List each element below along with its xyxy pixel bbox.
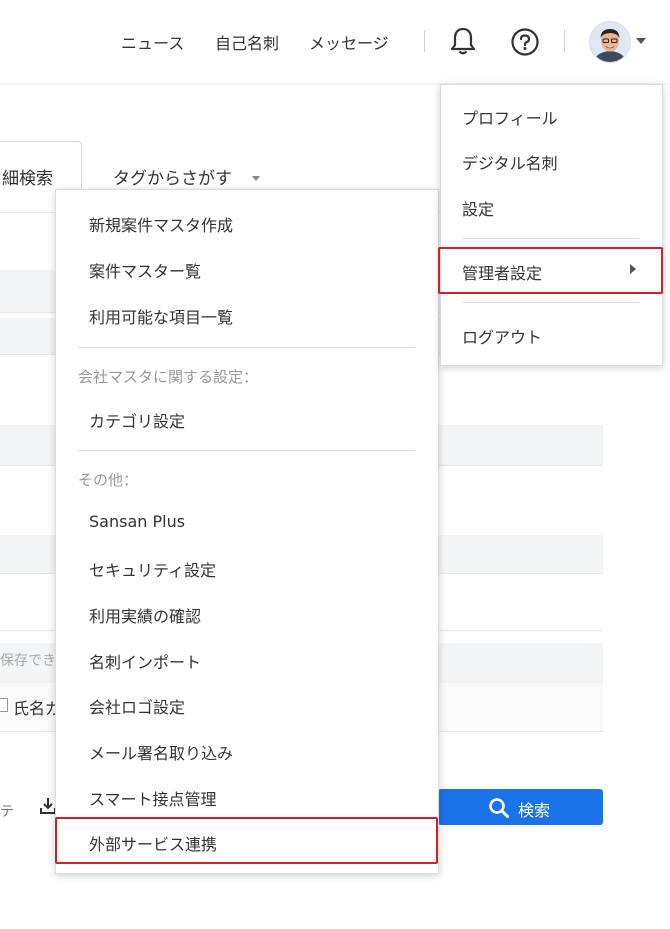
menu-item-admin-settings[interactable]: 管理者設定 <box>462 260 542 284</box>
tab-detail-search-label[interactable]: 細検索 <box>2 164 53 189</box>
menu-divider <box>78 347 415 348</box>
menu-item-project-master-list[interactable]: 案件マスター覧 <box>89 258 201 282</box>
tag-search-dropdown[interactable]: タグからさがす <box>113 164 232 189</box>
menu-divider <box>462 302 639 303</box>
help-icon[interactable] <box>510 27 540 61</box>
menu-item-usage-stats[interactable]: 利用実績の確認 <box>89 603 201 627</box>
section-other: その他： <box>78 471 139 489</box>
menu-item-logout[interactable]: ログアウト <box>462 324 542 348</box>
save-note: 保存でき <box>0 653 56 669</box>
menu-divider <box>462 238 639 239</box>
chevron-right-icon <box>630 264 636 274</box>
search-button[interactable]: 検索 <box>438 789 603 825</box>
chevron-down-icon[interactable] <box>252 176 260 181</box>
section-company-master: 会社マスタに関する設定： <box>78 368 259 386</box>
header-divider <box>424 30 425 52</box>
menu-item-card-import[interactable]: 名刺インポート <box>89 649 201 673</box>
name-option-label: 氏名ガ <box>13 699 62 718</box>
menu-item-security-settings[interactable]: セキュリティ設定 <box>89 557 216 581</box>
partial-label: テ <box>0 804 14 820</box>
nav-my-card[interactable]: 自己名刺 <box>215 30 279 54</box>
menu-item-smart-contact[interactable]: スマート接点管理 <box>89 786 217 810</box>
menu-item-available-fields[interactable]: 利用可能な項目一覧 <box>89 304 233 328</box>
nav-messages[interactable]: メッセージ <box>309 30 389 54</box>
menu-item-sansan-plus[interactable]: Sansan Plus <box>89 512 185 531</box>
menu-divider <box>78 450 415 451</box>
avatar-image[interactable] <box>589 21 631 63</box>
chevron-down-icon[interactable] <box>636 38 646 44</box>
menu-item-mail-signature[interactable]: メール署名取り込み <box>89 740 233 764</box>
bell-icon[interactable] <box>449 26 477 60</box>
top-header: ニュース 自己名刺 メッセージ <box>0 0 670 83</box>
search-icon <box>489 798 509 818</box>
menu-item-settings[interactable]: 設定 <box>462 196 494 220</box>
menu-item-category-settings[interactable]: カテゴリ設定 <box>89 408 185 432</box>
header-divider-2 <box>564 30 565 52</box>
menu-item-new-project-master[interactable]: 新規案件マスタ作成 <box>89 212 233 236</box>
menu-item-external-services[interactable]: 外部サービス連携 <box>89 831 217 855</box>
admin-settings-submenu <box>55 189 439 874</box>
search-button-label: 検索 <box>518 801 551 820</box>
menu-item-company-logo[interactable]: 会社ロゴ設定 <box>89 694 185 718</box>
menu-item-digital-card[interactable]: デジタル名刺 <box>462 150 558 174</box>
name-checkbox[interactable] <box>0 698 8 712</box>
menu-item-profile[interactable]: プロフィール <box>462 105 558 129</box>
nav-news[interactable]: ニュース <box>121 30 184 54</box>
